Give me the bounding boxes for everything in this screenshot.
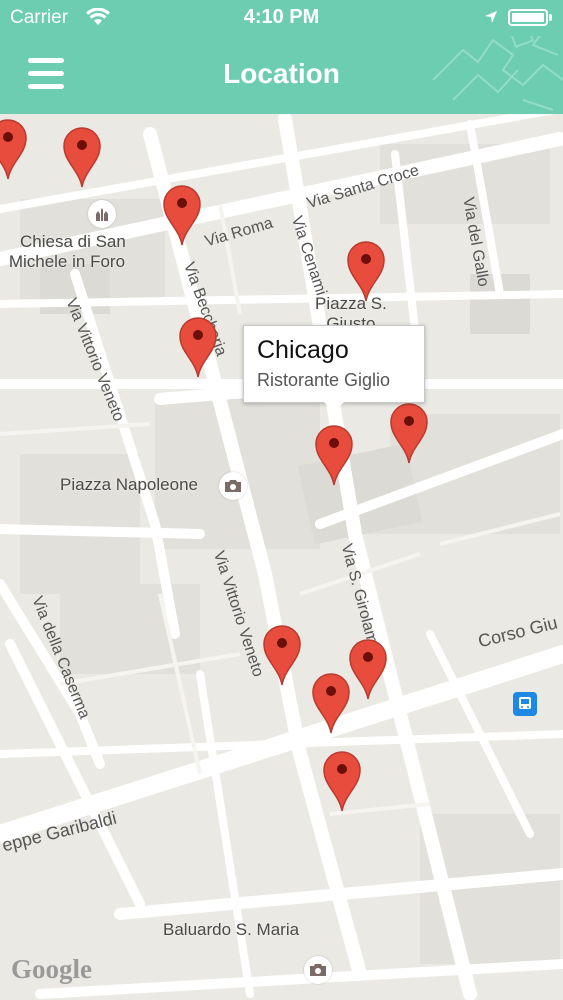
clock: 4:10 PM <box>243 6 320 28</box>
map-marker[interactable] <box>322 750 362 812</box>
map-marker[interactable] <box>178 316 218 378</box>
camera-plus-icon <box>304 956 332 984</box>
camera-icon <box>219 472 247 500</box>
location-arrow-icon <box>485 11 497 23</box>
page-title: Location <box>223 58 340 89</box>
map-marker[interactable] <box>389 402 429 464</box>
battery-icon <box>508 9 548 26</box>
map-marker[interactable] <box>0 118 28 180</box>
google-logo: Google <box>11 954 92 984</box>
map-marker-selected[interactable] <box>314 424 354 486</box>
map-view[interactable]: Via Roma Via Santa Croce Via Cenami Via … <box>0 114 563 1000</box>
marker-callout[interactable]: Chicago Ristorante Giglio <box>243 325 425 412</box>
place-label-baluardo: Baluardo S. Maria <box>163 920 299 940</box>
map-marker[interactable] <box>346 240 386 302</box>
place-label-chiesa-line2: Michele in Foro <box>8 252 126 271</box>
map-marker[interactable] <box>311 672 351 734</box>
place-label-baluardo-text: Baluardo S. Maria <box>163 920 300 939</box>
bus-stop-icon <box>513 692 537 716</box>
map-marker[interactable] <box>62 126 102 188</box>
place-label-chiesa: Chiesa di San Michele in Foro <box>9 232 126 272</box>
place-label-chiesa-line1: Chiesa di San <box>20 232 126 251</box>
status-bar: Carrier 4:10 PM <box>0 0 563 36</box>
place-label-piazza-napoleone: Piazza Napoleone <box>60 475 198 495</box>
map-marker[interactable] <box>162 184 202 246</box>
callout-title: Chicago <box>257 336 349 364</box>
battery-tip <box>549 14 552 21</box>
place-label-piazza-napoleone-text: Piazza Napoleone <box>60 475 198 494</box>
nav-bar: Location <box>0 36 563 114</box>
callout-subtitle: Ristorante Giglio <box>257 370 391 390</box>
map-marker[interactable] <box>348 638 388 700</box>
map-marker[interactable] <box>262 624 302 686</box>
church-icon <box>88 200 116 228</box>
